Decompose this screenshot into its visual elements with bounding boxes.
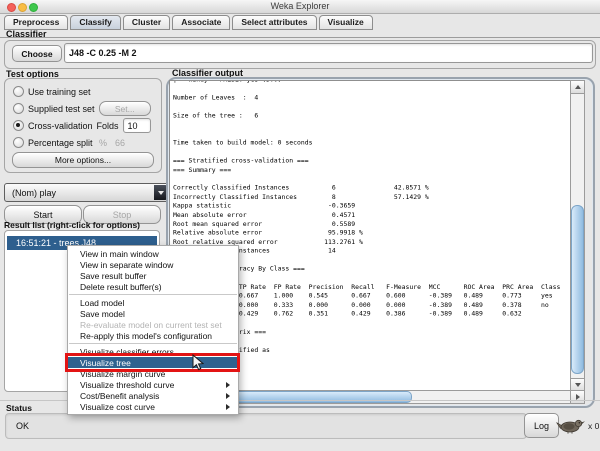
more-options-button[interactable]: More options... — [12, 152, 154, 168]
menu-item-save-result-buffer[interactable]: Save result buffer — [68, 270, 238, 281]
classifier-scheme-field[interactable]: J48 -C 0.25 -M 2 — [64, 43, 593, 63]
radio-icon — [13, 103, 24, 114]
minimize-button[interactable] — [18, 3, 27, 12]
tab-select-attributes[interactable]: Select attributes — [232, 15, 316, 30]
menu-item-visualize-threshold-curve[interactable]: Visualize threshold curve — [68, 379, 238, 390]
classifier-divider — [0, 37, 600, 38]
radio-icon — [13, 137, 24, 148]
percent-input: 66 — [115, 136, 143, 149]
menu-item-label: View in separate window — [80, 260, 173, 270]
choose-button[interactable]: Choose — [12, 45, 62, 62]
radio-cross-validation[interactable]: Cross-validation Folds 10 — [13, 119, 157, 132]
radio-percentage-split[interactable]: Percentage split % 66 — [13, 136, 157, 149]
chevron-down-icon — [158, 191, 164, 195]
menu-item-label: Visualize cost curve — [80, 402, 155, 412]
close-button[interactable] — [7, 3, 16, 12]
folds-input[interactable]: 10 — [123, 118, 151, 133]
menu-item-cost-benefit-analysis[interactable]: Cost/Benefit analysis — [68, 390, 238, 401]
menu-item-label: Re-evaluate model on current test set — [80, 320, 222, 330]
tab-cluster[interactable]: Cluster — [123, 15, 170, 30]
menu-item-visualize-cost-curve[interactable]: Visualize cost curve — [68, 401, 238, 412]
radio-label: Use training set — [28, 87, 91, 97]
triangle-up-icon — [575, 85, 581, 89]
weka-bird-icon — [556, 417, 586, 434]
radio-icon — [13, 86, 24, 97]
tab-associate[interactable]: Associate — [172, 15, 230, 30]
menu-item-label: Re-apply this model's configuration — [80, 331, 212, 341]
radio-use-training-set[interactable]: Use training set — [13, 85, 157, 98]
tab-bar: PreprocessClassifyClusterAssociateSelect… — [4, 15, 373, 30]
submenu-arrow-icon — [226, 382, 230, 388]
weka-run-counter: x 0 — [588, 421, 599, 431]
menu-item-label: Delete result buffer(s) — [80, 282, 162, 292]
menu-item-view-in-separate-window[interactable]: View in separate window — [68, 259, 238, 270]
window-titlebar: Weka Explorer — [0, 0, 600, 14]
tab-classify[interactable]: Classify — [70, 15, 121, 30]
menu-item-visualize-classifier-errors[interactable]: Visualize classifier errors — [68, 346, 238, 357]
menu-item-label: Cost/Benefit analysis — [80, 391, 159, 401]
radio-label: Supplied test set — [28, 104, 95, 114]
menu-item-load-model[interactable]: Load model — [68, 297, 238, 308]
submenu-arrow-icon — [226, 393, 230, 399]
menu-item-re-evaluate-model-on-current-test-set: Re-evaluate model on current test set — [68, 319, 238, 330]
menu-item-label: Visualize tree — [80, 358, 131, 368]
menu-item-visualize-tree[interactable]: Visualize tree — [68, 357, 238, 368]
class-attribute-value: (Nom) play — [12, 188, 56, 198]
radio-label: Percentage split — [28, 138, 93, 148]
menu-item-label: Visualize classifier errors — [80, 347, 174, 357]
scroll-up-button[interactable] — [570, 80, 585, 94]
menu-item-visualize-margin-curve[interactable]: Visualize margin curve — [68, 368, 238, 379]
tab-preprocess[interactable]: Preprocess — [4, 15, 68, 30]
status-display: OK — [5, 413, 527, 439]
window-title: Weka Explorer — [0, 0, 600, 13]
folds-label: Folds — [97, 121, 119, 131]
menu-item-label: View in main window — [80, 249, 159, 259]
result-list-label: Result list (right-click for options) — [4, 220, 140, 230]
menu-separator — [69, 343, 237, 344]
scroll-right-button[interactable] — [570, 390, 585, 404]
menu-item-label: Save result buffer — [80, 271, 146, 281]
submenu-arrow-icon — [226, 404, 230, 410]
menu-item-label: Save model — [80, 309, 125, 319]
status-label: Status — [6, 403, 32, 413]
menu-item-delete-result-buffer-s[interactable]: Delete result buffer(s) — [68, 281, 238, 292]
test-options-panel: Use training set Supplied test set Set..… — [4, 78, 162, 173]
menu-item-label: Load model — [80, 298, 124, 308]
triangle-down-icon — [575, 383, 581, 387]
class-attribute-select[interactable]: (Nom) play — [4, 183, 169, 202]
menu-item-view-in-main-window[interactable]: View in main window — [68, 248, 238, 259]
vertical-scrollbar-thumb[interactable] — [571, 205, 584, 374]
status-value: OK — [16, 421, 29, 431]
radio-supplied-test-set[interactable]: Supplied test set Set... — [13, 102, 157, 115]
radio-label: Cross-validation — [28, 121, 93, 131]
percent-label: % — [99, 138, 107, 148]
context-menu: View in main windowView in separate wind… — [67, 245, 239, 415]
menu-item-label: Visualize threshold curve — [80, 380, 174, 390]
zoom-button[interactable] — [29, 3, 38, 12]
log-button[interactable]: Log — [524, 413, 559, 438]
mouse-cursor-icon — [192, 354, 204, 371]
menu-item-save-model[interactable]: Save model — [68, 308, 238, 319]
tab-visualize[interactable]: Visualize — [319, 15, 373, 30]
set-button: Set... — [99, 101, 151, 116]
radio-icon — [13, 120, 24, 131]
menu-separator — [69, 294, 237, 295]
weka-explorer-window: Weka Explorer PreprocessClassifyClusterA… — [0, 0, 600, 451]
menu-item-label: Visualize margin curve — [80, 369, 165, 379]
menu-item-re-apply-this-model-s-configuration[interactable]: Re-apply this model's configuration — [68, 330, 238, 341]
